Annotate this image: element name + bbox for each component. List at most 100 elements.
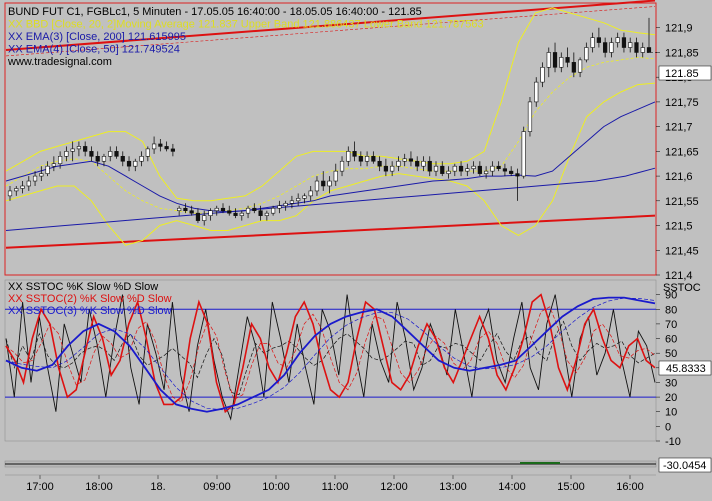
candle-body — [308, 190, 313, 197]
candle-body — [252, 207, 257, 212]
candle-body — [120, 156, 125, 162]
candle-body — [58, 156, 63, 165]
candle-body — [189, 210, 194, 214]
candle-body — [527, 101, 533, 132]
price-tick-label: 121,75 — [665, 97, 699, 109]
osc-tick-label: 30 — [665, 377, 677, 389]
candle-body — [584, 47, 589, 61]
candle-body — [158, 143, 163, 147]
candle-body — [452, 165, 457, 172]
candle-body — [151, 143, 157, 150]
candle-body — [634, 42, 639, 53]
price-pane: BUND FUT C1, FGBLc1, 5 Minuten - 17.05.0… — [4, 0, 712, 282]
last-osc-marker: 45.8333 — [658, 360, 712, 376]
candle-body — [621, 37, 627, 48]
candle-body — [477, 165, 482, 174]
candle-body — [496, 165, 501, 169]
candle-body — [364, 156, 370, 162]
candle-body — [565, 57, 570, 63]
candle-body — [577, 59, 583, 73]
price-tick-label: 121,7 — [665, 122, 693, 134]
candle-body — [264, 212, 269, 216]
candle-body — [590, 37, 595, 48]
time-tick-label: 17:00 — [26, 481, 54, 493]
candle-body — [352, 151, 357, 157]
candle-body — [465, 168, 470, 172]
time-tick-label: 09:00 — [203, 481, 231, 493]
candle-body — [76, 146, 82, 150]
candle-body — [515, 173, 520, 177]
candle-body — [552, 52, 558, 68]
candle-body — [20, 185, 25, 189]
osc-tick-label: -10 — [665, 436, 681, 448]
price-tick-label: 121,6 — [665, 171, 693, 183]
candle-body — [327, 180, 332, 187]
price-legend-entry: XX EMA(4) [Close, 50] 121.749524 — [8, 44, 180, 56]
osc-legend-entry: XX SSTOC(2) %K Slow %D Slow — [8, 293, 172, 305]
candle-body — [45, 165, 50, 174]
candle-body — [277, 205, 282, 209]
candle-body — [609, 42, 614, 53]
price-tick-label: 121,4 — [665, 270, 693, 282]
candle-body — [51, 163, 56, 167]
time-tick-label: 12:00 — [380, 481, 408, 493]
candle-body — [95, 156, 100, 162]
candle-body — [214, 207, 219, 212]
price-tick-label: 121,9 — [665, 23, 693, 35]
time-tick-label: 16:00 — [616, 481, 644, 493]
candle-body — [183, 207, 188, 212]
candle-body — [421, 160, 426, 167]
candle-body — [126, 160, 132, 167]
candle-body — [390, 165, 395, 172]
candle-body — [646, 47, 652, 53]
candle-body — [440, 165, 445, 174]
price-tick-label: 121,65 — [665, 146, 699, 158]
osc-tick-label: 70 — [665, 319, 677, 331]
candle-body — [339, 160, 345, 172]
osc-tick-label: 0 — [665, 421, 671, 433]
candle-body — [521, 131, 526, 177]
candle-body — [170, 148, 175, 152]
candle-body — [546, 52, 551, 68]
osc-tick-label: 20 — [665, 392, 677, 404]
candle-body — [490, 165, 495, 172]
candle-body — [258, 210, 263, 216]
candle-body — [408, 158, 414, 162]
oscillator-pane: XX SSTOC %K Slow %D SlowXX SSTOC(2) %K S… — [4, 279, 712, 448]
last-osc-label: 45.8333 — [666, 363, 706, 375]
candle-body — [114, 151, 119, 157]
candle-body — [202, 215, 207, 221]
candle-body — [296, 198, 301, 202]
candle-body — [484, 170, 489, 174]
time-tick-label: 13:00 — [439, 481, 467, 493]
candle-body — [133, 160, 138, 167]
bottom-value-label: -30.0454 — [663, 460, 706, 472]
last-price-label: 121.85 — [665, 68, 699, 80]
candle-body — [559, 57, 564, 68]
candle-body — [377, 160, 382, 167]
candle-body — [271, 207, 276, 214]
candle-body — [32, 175, 38, 182]
oscillator-axis-title: SSTOC — [663, 282, 701, 294]
candle-body — [396, 160, 401, 167]
candle-body — [302, 195, 307, 199]
time-tick-label: 15:00 — [557, 481, 585, 493]
chart-canvas: BUND FUT C1, FGBLc1, 5 Minuten - 17.05.0… — [0, 0, 712, 496]
candle-body — [26, 180, 31, 187]
osc-tick-label: 10 — [665, 407, 677, 419]
candle-body — [383, 165, 388, 172]
candle-body — [145, 148, 150, 157]
price-tick-label: 121,55 — [665, 196, 699, 208]
osc-tick-label: 50 — [665, 348, 677, 360]
candle-body — [402, 158, 407, 162]
time-tick-label: 14:00 — [498, 481, 526, 493]
price-legend-entry: XX EMA(3) [Close, 200] 121.615995 — [8, 31, 186, 43]
candle-body — [471, 165, 476, 169]
candle-body — [195, 212, 201, 221]
time-tick-label: 18:00 — [85, 481, 113, 493]
candle-body — [446, 170, 451, 174]
price-tick-label: 121,45 — [665, 245, 699, 257]
price-tick-label: 121,5 — [665, 221, 693, 233]
candle-body — [640, 47, 645, 53]
candle-body — [220, 207, 226, 212]
